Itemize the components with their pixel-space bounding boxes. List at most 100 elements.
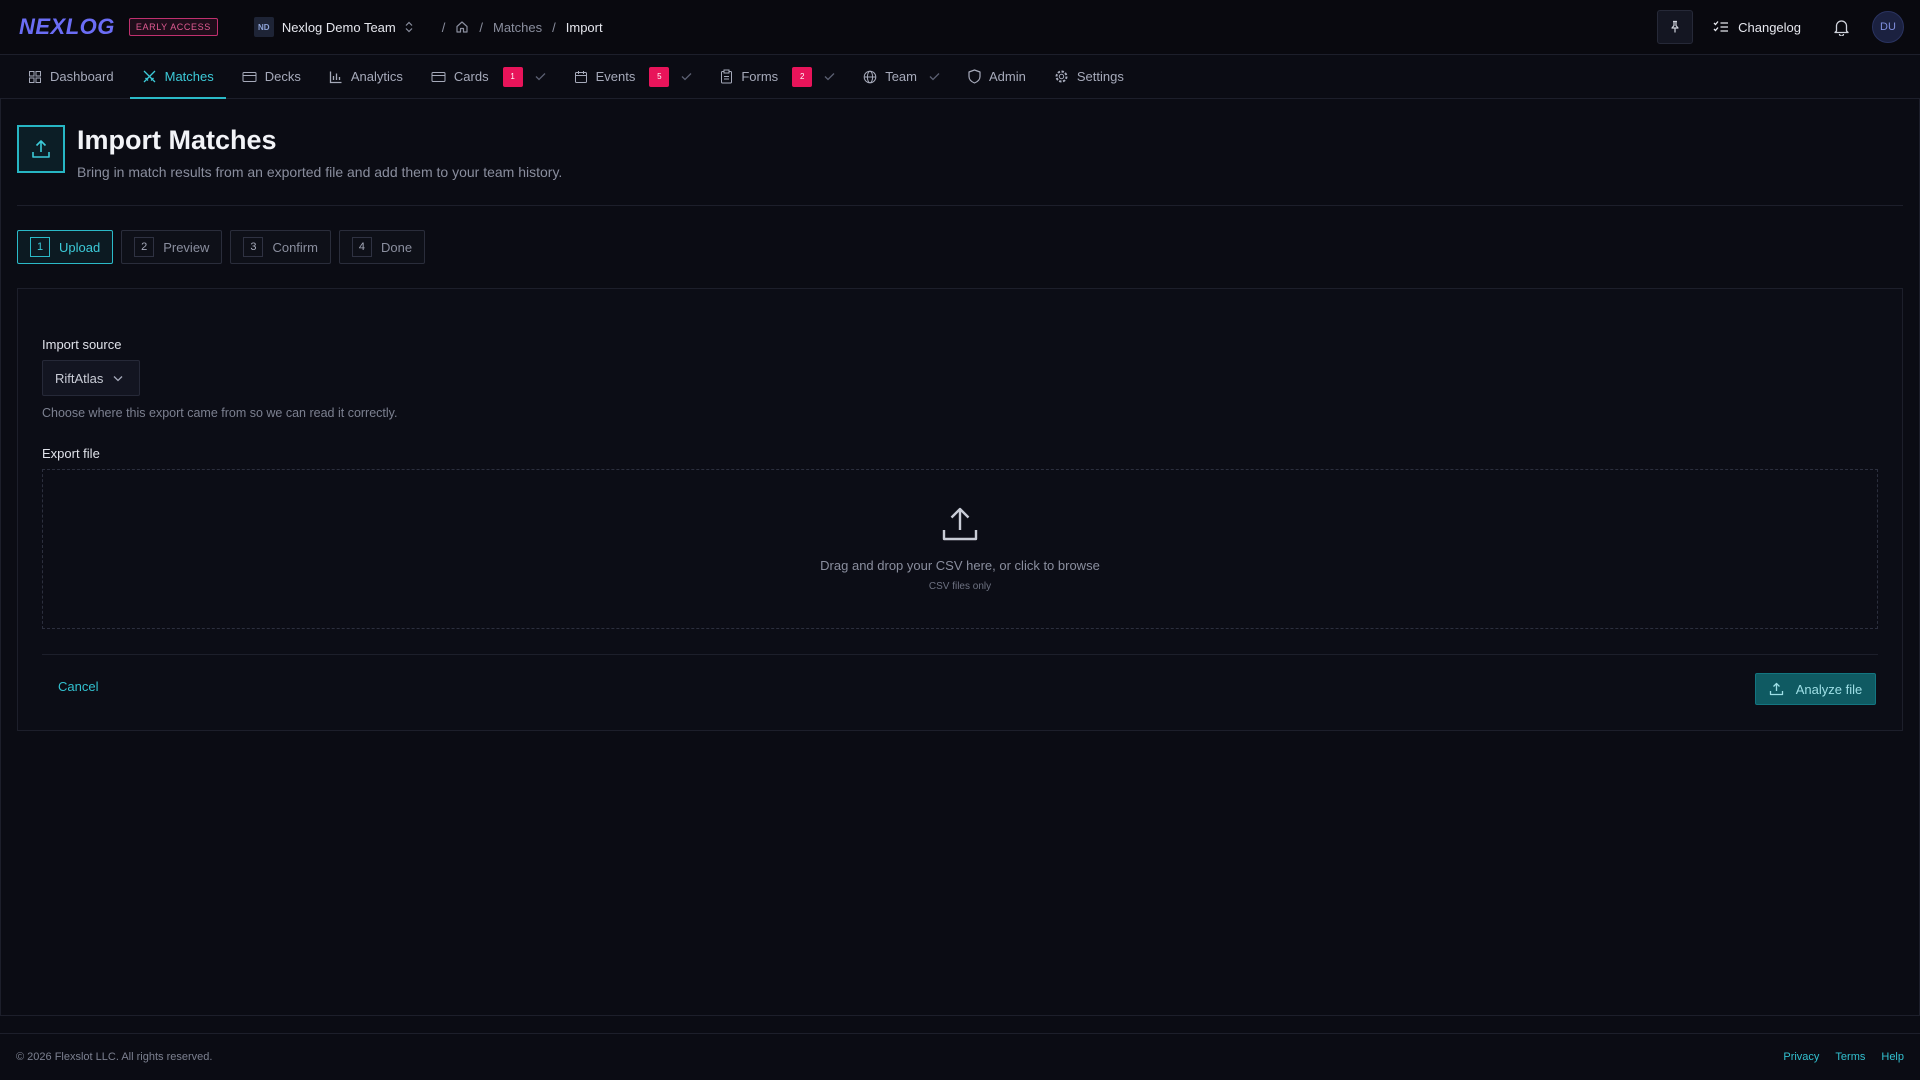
clipboard-icon — [720, 69, 733, 84]
footer-link-privacy[interactable]: Privacy — [1783, 1051, 1819, 1063]
file-dropzone[interactable]: Drag and drop your CSV here, or click to… — [42, 469, 1878, 629]
step-label: Preview — [163, 239, 210, 255]
step-number: 4 — [351, 237, 372, 257]
nav-label: Matches — [164, 69, 214, 84]
early-access-badge: EARLY ACCESS — [128, 18, 218, 36]
step-label: Done — [380, 239, 413, 255]
page-subtitle: Bring in match results from an exported … — [77, 164, 563, 180]
upload-icon — [941, 506, 979, 542]
copyright-text: © 2026 Flexslot LLC. All rights reserved… — [16, 1051, 213, 1063]
divider — [17, 205, 1903, 206]
pin-button[interactable] — [1657, 10, 1694, 44]
nav-item-forms[interactable]: Forms 2 — [708, 55, 847, 98]
page-title: Import Matches — [77, 125, 277, 155]
page-header: Import Matches Bring in match results fr… — [17, 125, 562, 180]
bell-icon[interactable] — [1833, 18, 1850, 36]
globe-icon — [863, 70, 877, 84]
card-icon — [431, 71, 446, 83]
changelog-button[interactable]: Changelog — [1713, 20, 1801, 35]
pin-icon — [1668, 20, 1682, 34]
breadcrumb-separator: / — [552, 19, 556, 35]
footer: © 2026 Flexslot LLC. All rights reserved… — [0, 1033, 1920, 1080]
step-done[interactable]: 4 Done — [338, 230, 426, 264]
breadcrumb: / / Matches / Import — [442, 20, 603, 35]
chevron-up-down-icon — [404, 21, 414, 33]
check-icon — [929, 72, 940, 81]
breadcrumb-import: Import — [565, 19, 603, 35]
breadcrumb-separator: / — [479, 19, 483, 35]
step-upload[interactable]: 1 Upload — [17, 230, 114, 264]
calendar-icon — [574, 70, 588, 84]
analyze-file-label: Analyze file — [1795, 681, 1863, 697]
upload-icon — [1769, 682, 1784, 696]
nav-item-team[interactable]: Team — [851, 55, 952, 98]
step-confirm[interactable]: 3 Confirm — [230, 230, 331, 264]
upload-icon — [17, 125, 65, 173]
dropzone-subtext: CSV files only — [928, 581, 992, 592]
nav-label: Forms — [741, 69, 779, 84]
footer-link-terms[interactable]: Terms — [1835, 1051, 1865, 1063]
nav-item-matches[interactable]: Matches — [129, 55, 226, 99]
check-icon — [824, 72, 835, 81]
step-label: Confirm — [272, 239, 318, 255]
footer-links: Privacy Terms Help — [1783, 1051, 1904, 1063]
nav-label: Dashboard — [50, 69, 114, 84]
main-nav: Dashboard Matches Decks Analytics Cards … — [0, 55, 1920, 99]
header-actions: Changelog DU — [1657, 10, 1904, 44]
nav-item-admin[interactable]: Admin — [956, 55, 1038, 98]
breadcrumb-matches[interactable]: Matches — [493, 20, 542, 35]
checklist-icon — [1713, 20, 1729, 34]
dropzone-text: Drag and drop your CSV here, or click to… — [820, 558, 1100, 573]
import-source-value: RiftAtlas — [55, 370, 104, 386]
nav-label: Decks — [264, 69, 301, 84]
nav-item-cards[interactable]: Cards 1 — [419, 55, 558, 98]
nav-item-dashboard[interactable]: Dashboard — [16, 55, 126, 98]
nav-item-analytics[interactable]: Analytics — [317, 55, 415, 98]
export-file-label: Export file — [42, 446, 100, 461]
nav-item-decks[interactable]: Decks — [230, 55, 313, 98]
team-avatar: ND — [253, 17, 274, 37]
swords-icon — [142, 69, 157, 84]
changelog-label: Changelog — [1738, 19, 1801, 35]
import-form-card: Import source RiftAtlas Choose where thi… — [17, 288, 1903, 731]
nav-count-badge: 5 — [649, 66, 670, 87]
dashboard-icon — [28, 70, 42, 84]
nav-label: Cards — [453, 69, 489, 84]
step-number: 1 — [30, 237, 50, 257]
gear-icon — [1054, 69, 1069, 84]
analyze-file-button[interactable]: Analyze file — [1755, 673, 1876, 705]
check-icon — [681, 72, 692, 81]
footer-link-help[interactable]: Help — [1881, 1051, 1904, 1063]
nav-label: Team — [885, 69, 917, 84]
step-label: Upload — [59, 239, 101, 255]
nav-item-events[interactable]: Events 5 — [562, 55, 705, 98]
nav-item-settings[interactable]: Settings — [1042, 55, 1136, 98]
nav-label: Events — [595, 69, 636, 84]
import-stepper: 1 Upload 2 Preview 3 Confirm 4 Done — [17, 230, 426, 264]
nav-count-badge: 2 — [792, 66, 813, 87]
nav-label: Admin — [988, 69, 1026, 84]
user-avatar[interactable]: DU — [1872, 11, 1904, 43]
top-bar: NEXLOG EARLY ACCESS ND Nexlog Demo Team … — [0, 0, 1920, 55]
nav-count-badge: 1 — [502, 66, 523, 87]
import-source-help: Choose where this export came from so we… — [42, 406, 398, 420]
logo[interactable]: NEXLOG — [19, 14, 115, 40]
home-icon[interactable] — [455, 20, 469, 34]
step-number: 2 — [134, 237, 155, 257]
step-number: 3 — [243, 237, 264, 257]
card-icon — [242, 71, 257, 83]
step-preview[interactable]: 2 Preview — [121, 230, 223, 264]
breadcrumb-separator: / — [441, 19, 446, 35]
chevron-down-icon — [113, 375, 123, 382]
shield-icon — [968, 69, 981, 84]
cancel-button[interactable]: Cancel — [58, 679, 98, 694]
nav-label: Analytics — [350, 69, 403, 84]
import-source-label: Import source — [42, 337, 122, 352]
team-switcher[interactable]: ND Nexlog Demo Team — [253, 17, 414, 37]
bar-chart-icon — [329, 70, 343, 84]
team-name: Nexlog Demo Team — [281, 19, 396, 35]
import-source-select[interactable]: RiftAtlas — [42, 360, 140, 396]
check-icon — [535, 72, 546, 81]
nav-label: Settings — [1076, 69, 1124, 84]
divider — [42, 654, 1878, 655]
